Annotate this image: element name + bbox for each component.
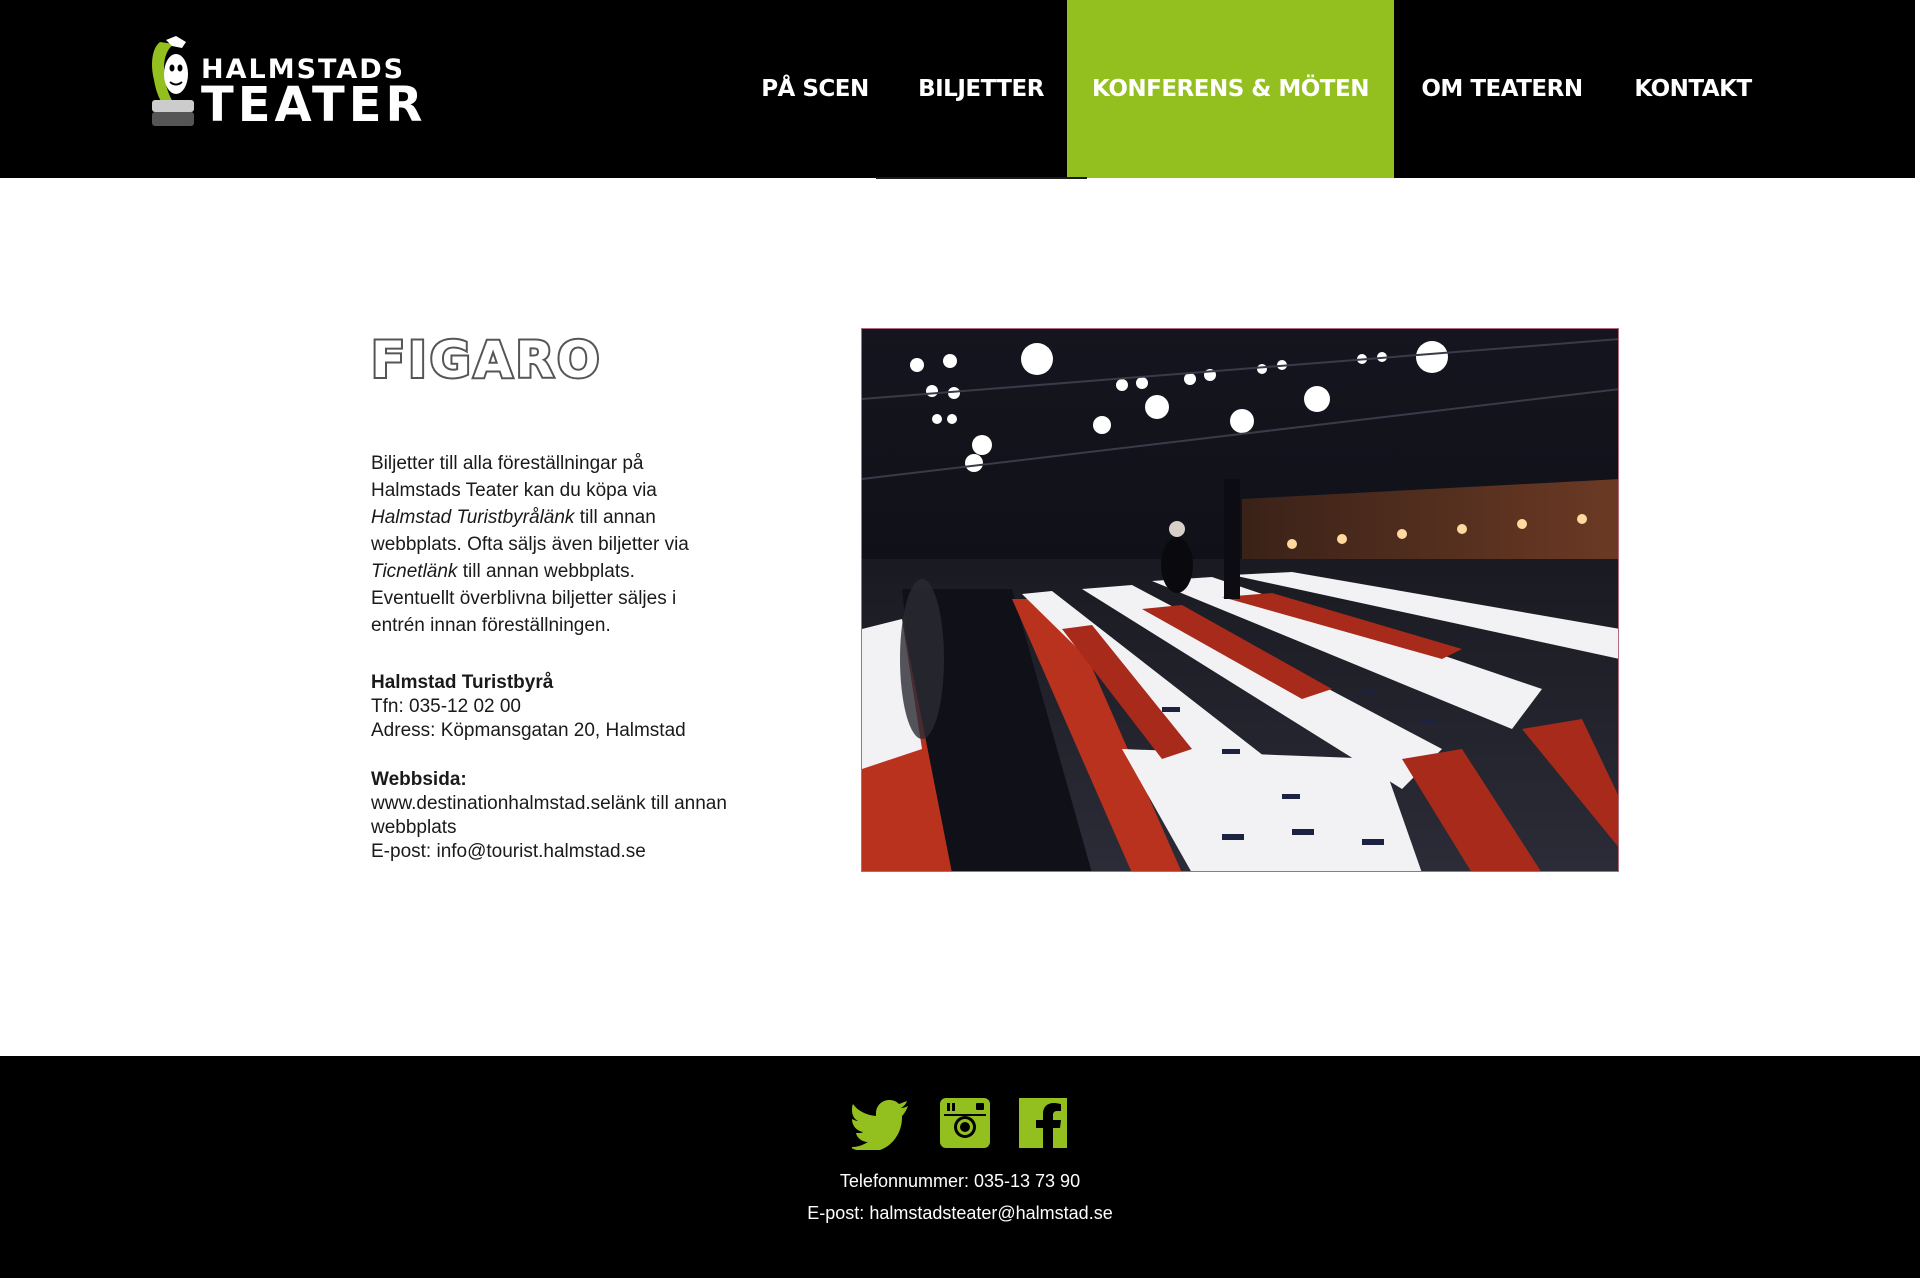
nav-item-pa-scen[interactable]: PÅ SCEN: [750, 0, 880, 178]
nav-item-konferens-moten[interactable]: KONFERENS & MÖTEN: [1067, 0, 1394, 178]
site-logo[interactable]: HALMSTADS TEATER: [146, 34, 422, 134]
facebook-icon[interactable]: [1019, 1098, 1071, 1150]
site-footer: [0, 1056, 1920, 1278]
nav-divider: [876, 177, 1087, 179]
nav-item-kontakt[interactable]: KONTAKT: [1620, 0, 1766, 178]
turistbyra-contact: Halmstad Turistbyrå Tfn: 035-12 02 00 Ad…: [371, 671, 731, 743]
web-heading: Webbsida:: [371, 769, 467, 790]
footer-email: E-post: halmstadsteater@halmstad.se: [0, 1203, 1920, 1224]
turistbyra-heading: Halmstad Turistbyrå: [371, 672, 554, 693]
logo-text-teater: TEATER: [201, 77, 427, 133]
venue-photo: [861, 328, 1619, 872]
page-title: FIGARO: [369, 331, 603, 389]
footer-email-label: E-post:: [807, 1203, 870, 1223]
web-contact: Webbsida: www.destinationhalmstad.selänk…: [371, 768, 731, 864]
instagram-icon[interactable]: [940, 1098, 992, 1150]
nav-item-om-teatern[interactable]: OM TEATERN: [1414, 0, 1590, 178]
ticnet-link[interactable]: Ticnetlänk: [371, 561, 457, 582]
footer-phone-label: Telefonnummer:: [839, 1171, 974, 1191]
turistbyra-address: Adress: Köpmansgatan 20, Halmstad: [371, 720, 686, 741]
banquet-hall-image: [862, 329, 1618, 871]
turistbyra-phone: Tfn: 035-12 02 00: [371, 696, 521, 717]
web-email[interactable]: E-post: info@tourist.halmstad.se: [371, 840, 731, 864]
turistbyra-link[interactable]: Halmstad Turistbyrålänk: [371, 507, 574, 528]
footer-email-value[interactable]: halmstadsteater@halmstad.se: [869, 1203, 1112, 1223]
intro-text: Biljetter till alla föreställningar på H…: [371, 450, 721, 639]
twitter-icon[interactable]: [849, 1098, 908, 1152]
intro-part-1: Biljetter till alla föreställningar på H…: [371, 453, 657, 501]
site-header: HALMSTADS TEATER PÅ SCEN BILJETTER KONFE…: [0, 0, 1915, 178]
theatre-mask-icon: [152, 36, 194, 126]
nav-item-biljetter[interactable]: BILJETTER: [906, 0, 1056, 178]
footer-phone-value[interactable]: 035-13 73 90: [974, 1171, 1080, 1191]
web-url-link[interactable]: www.destinationhalmstad.selänk till anna…: [371, 792, 731, 840]
footer-phone: Telefonnummer: 035-13 73 90: [0, 1171, 1920, 1192]
